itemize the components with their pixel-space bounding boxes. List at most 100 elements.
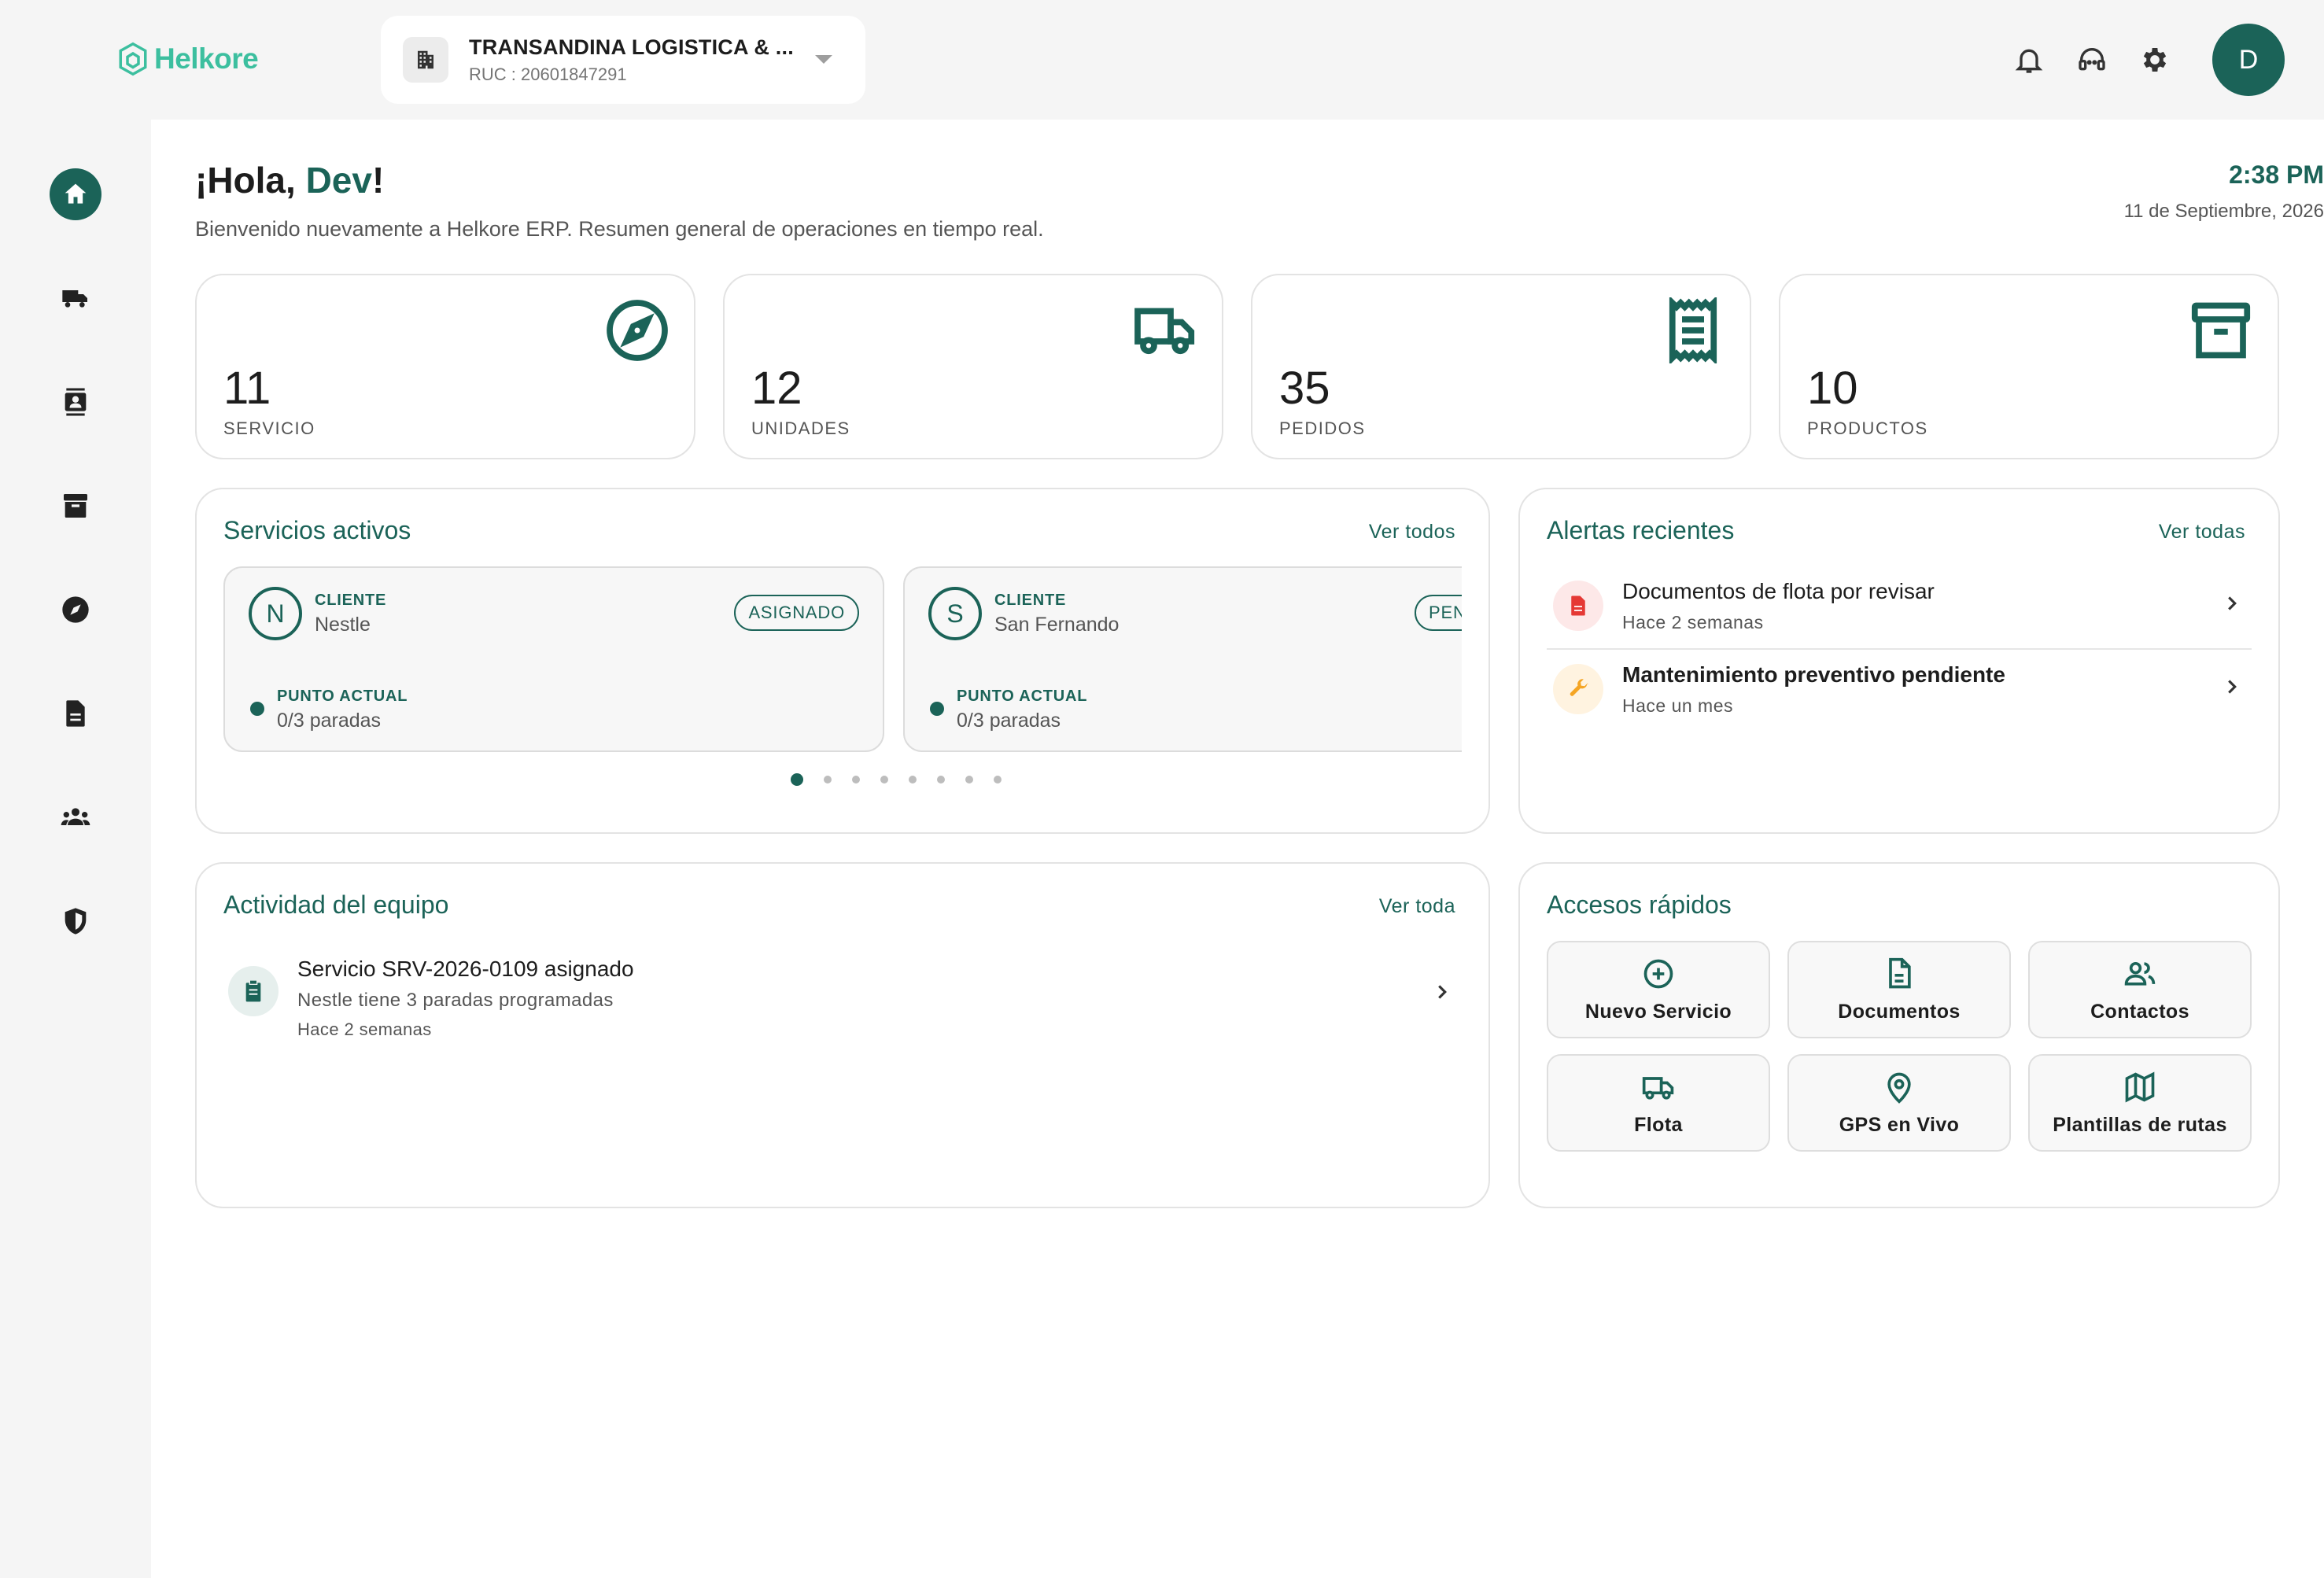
alert-title: Documentos de flota por revisar <box>1622 579 1935 603</box>
alert-item[interactable]: Documentos de flota por revisar Hace 2 s… <box>1547 568 2252 650</box>
sidebar <box>0 120 151 1578</box>
client-initial: N <box>249 587 302 640</box>
activity-title: Servicio SRV-2026-0109 asignado <box>297 957 634 981</box>
quick-contacts-button[interactable]: Contactos <box>2028 941 2252 1038</box>
sidebar-item-fleet[interactable] <box>50 272 101 324</box>
team-activity-panel: Actividad del equipo Ver toda Servicio S… <box>195 862 1490 1208</box>
carousel-pagination[interactable] <box>197 773 1488 786</box>
company-selector[interactable]: TRANSANDINA LOGISTICA & ... RUC : 206018… <box>381 16 865 104</box>
document-icon <box>66 700 85 727</box>
user-avatar[interactable]: D <box>2212 24 2285 96</box>
carousel-dot[interactable] <box>965 776 973 783</box>
dashboard-main: ¡Hola, Dev! Bienvenido nuevamente a Helk… <box>151 120 2324 1578</box>
stat-card-productos[interactable]: 10 PRODUCTOS <box>1779 274 2279 459</box>
stat-label: PEDIDOS <box>1279 418 1366 438</box>
active-services-title: Servicios activos <box>223 516 411 544</box>
top-bar: Helkore TRANSANDINA LOGISTICA & ... RUC … <box>0 0 2324 120</box>
activity-detail: Nestle tiene 3 paradas programadas <box>297 990 614 1011</box>
stat-label: PRODUCTOS <box>1807 418 1928 438</box>
service-card[interactable]: S CLIENTE San Fernando PENDIENTE PUNTO A… <box>903 566 1462 752</box>
current-point-label: PUNTO ACTUAL <box>277 688 408 705</box>
archive-icon <box>64 494 87 518</box>
stat-value: 11 <box>223 363 271 414</box>
sidebar-item-home[interactable] <box>50 168 101 220</box>
chevron-right-icon <box>1430 980 1454 1004</box>
gear-icon[interactable] <box>2137 42 2173 78</box>
receipt-icon <box>1660 295 1726 366</box>
services-carousel[interactable]: N CLIENTE Nestle ASIGNADO PUNTO ACTUAL 0… <box>223 566 1462 755</box>
status-dot <box>930 702 944 716</box>
client-initial: S <box>928 587 982 640</box>
current-point-value: 0/3 paradas <box>957 710 1061 732</box>
plus-circle-icon <box>1643 959 1673 988</box>
view-all-services-link[interactable]: Ver todos <box>1369 521 1455 544</box>
clock-date: 11 de Septiembre, 2026 <box>2123 201 2324 222</box>
brand-logo[interactable]: Helkore <box>116 41 259 77</box>
archive-box-icon <box>2188 297 2254 363</box>
quick-access-panel: Accesos rápidos Nuevo Servicio Documento… <box>1518 862 2280 1208</box>
building-icon <box>403 37 448 83</box>
sidebar-item-contacts[interactable] <box>50 376 101 428</box>
recent-alerts-title: Alertas recientes <box>1547 516 1735 544</box>
quick-access-title: Accesos rápidos <box>1547 890 1732 919</box>
hexagon-logo-icon <box>119 42 147 76</box>
user-name: Dev <box>305 160 372 201</box>
sidebar-item-inventory[interactable] <box>50 480 101 532</box>
view-all-activity-link[interactable]: Ver toda <box>1379 895 1455 918</box>
clock-time: 2:38 PM <box>2229 160 2324 189</box>
sidebar-item-documents[interactable] <box>50 688 101 739</box>
alert-time: Hace 2 semanas <box>1622 612 1764 632</box>
quick-new-service-button[interactable]: Nuevo Servicio <box>1547 941 1770 1038</box>
stat-value: 35 <box>1279 363 1330 414</box>
client-name: San Fernando <box>994 614 1120 636</box>
caret-down-icon <box>815 55 832 64</box>
map-pin-icon <box>1887 1072 1911 1104</box>
stat-card-servicio[interactable]: 11 SERVICIO <box>195 274 695 459</box>
sidebar-item-security[interactable] <box>50 895 101 947</box>
truck-icon <box>1642 1076 1674 1100</box>
carousel-dot[interactable] <box>880 776 888 783</box>
active-services-panel: Servicios activos Ver todos N CLIENTE Ne… <box>195 488 1490 834</box>
service-card[interactable]: N CLIENTE Nestle ASIGNADO PUNTO ACTUAL 0… <box>223 566 884 752</box>
company-name: TRANSANDINA LOGISTICA & ... <box>469 35 794 59</box>
team-icon <box>61 808 90 825</box>
shield-icon <box>65 908 87 935</box>
alert-title: Mantenimiento preventivo pendiente <box>1622 662 2005 687</box>
carousel-dot[interactable] <box>824 776 832 783</box>
view-all-alerts-link[interactable]: Ver todas <box>2159 521 2245 544</box>
support-headset-icon[interactable] <box>2074 42 2110 78</box>
current-point-value: 0/3 paradas <box>277 710 382 732</box>
compass-icon <box>604 297 670 363</box>
document-icon <box>1889 957 1911 988</box>
recent-alerts-panel: Alertas recientes Ver todas Documentos d… <box>1518 488 2280 834</box>
stat-card-unidades[interactable]: 12 UNIDADES <box>723 274 1223 459</box>
quick-gps-button[interactable]: GPS en Vivo <box>1787 1054 2011 1152</box>
stat-label: UNIDADES <box>751 418 850 438</box>
map-icon <box>2125 1071 2155 1102</box>
clipboard-icon <box>228 966 279 1016</box>
stat-value: 10 <box>1807 363 1858 414</box>
alert-time: Hace un mes <box>1622 695 1734 716</box>
sidebar-item-tracking[interactable] <box>50 584 101 636</box>
stat-card-pedidos[interactable]: 35 PEDIDOS <box>1251 274 1751 459</box>
carousel-dot[interactable] <box>937 776 945 783</box>
carousel-dot[interactable] <box>791 773 803 786</box>
wrench-icon <box>1553 664 1603 714</box>
bell-icon[interactable] <box>2011 42 2047 78</box>
carousel-dot[interactable] <box>852 776 860 783</box>
team-activity-title: Actividad del equipo <box>223 890 449 919</box>
quick-route-templates-button[interactable]: Plantillas de rutas <box>2028 1054 2252 1152</box>
quick-fleet-button[interactable]: Flota <box>1547 1054 1770 1152</box>
alert-item[interactable]: Mantenimiento preventivo pendiente Hace … <box>1547 651 2252 733</box>
carousel-dot[interactable] <box>909 776 917 783</box>
truck-icon <box>62 290 87 308</box>
sidebar-item-team[interactable] <box>50 791 101 843</box>
carousel-dot[interactable] <box>994 776 1002 783</box>
stat-label: SERVICIO <box>223 418 315 438</box>
home-icon <box>65 183 87 204</box>
status-badge: PENDIENTE <box>1415 595 1462 631</box>
stat-value: 12 <box>751 363 802 414</box>
quick-documents-button[interactable]: Documentos <box>1787 941 2011 1038</box>
chevron-right-icon <box>2220 592 2244 615</box>
company-ruc: RUC : 20601847291 <box>469 64 627 84</box>
